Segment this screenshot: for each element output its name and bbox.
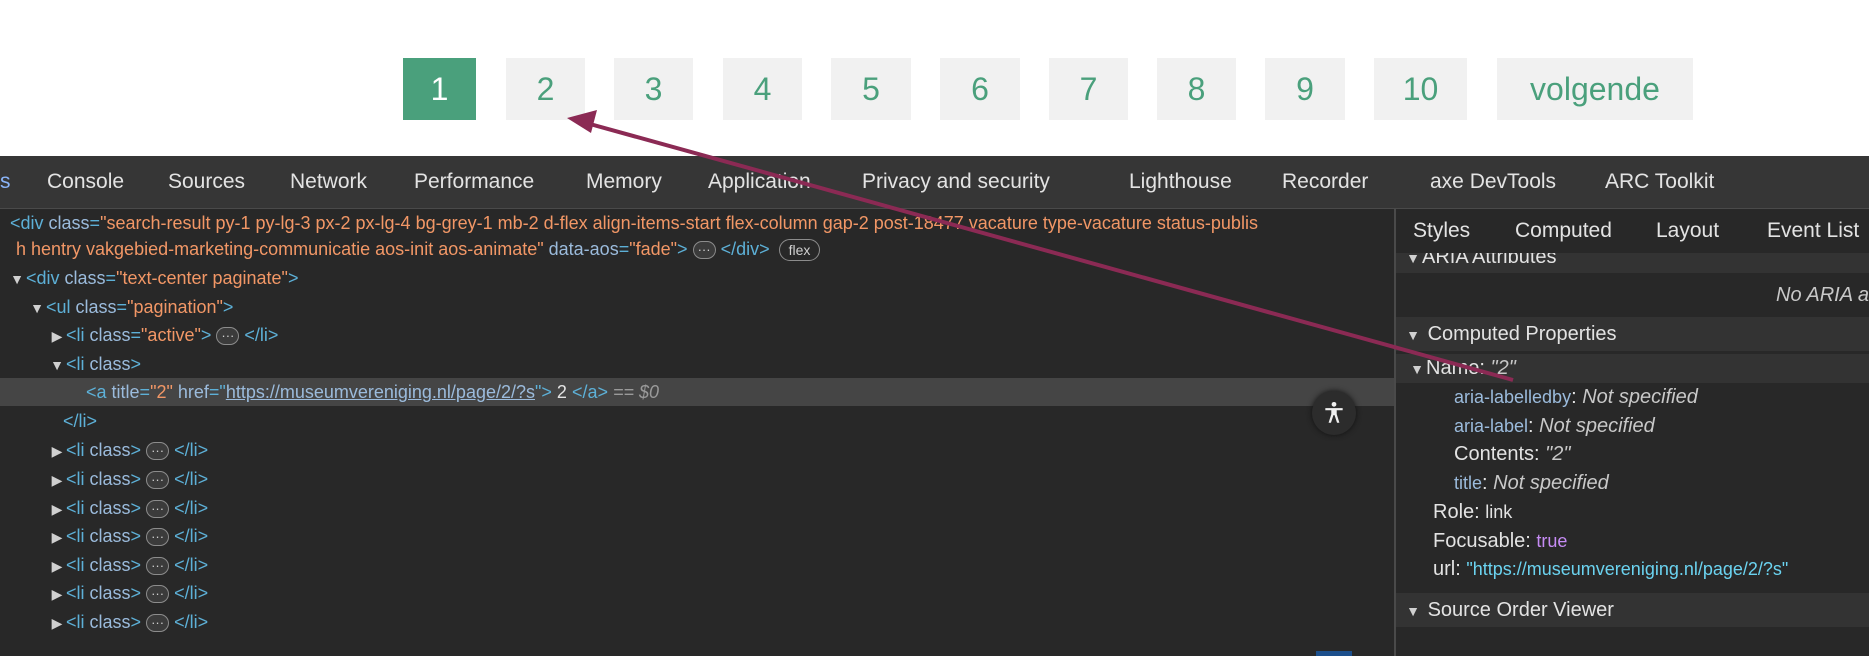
annotation-arrow [567, 110, 1514, 382]
